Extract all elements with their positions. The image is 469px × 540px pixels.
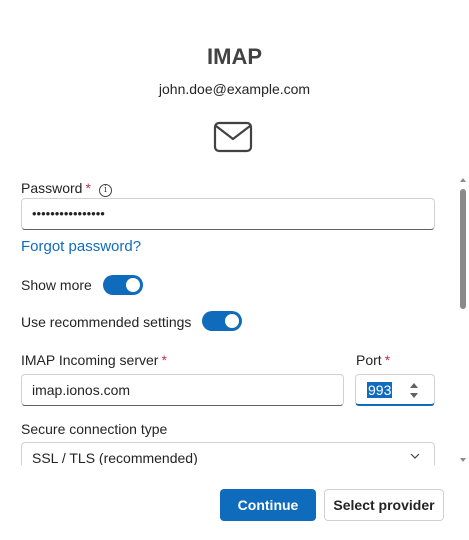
port-value: 993	[367, 382, 393, 398]
secure-connection-value: SSL / TLS (recommended)	[32, 450, 198, 465]
password-label: Password * i	[21, 180, 112, 197]
toggle-knob	[126, 278, 140, 292]
scroll-down-icon[interactable]	[460, 458, 466, 462]
form-scrollbar[interactable]	[459, 178, 468, 462]
toggle-knob	[225, 314, 239, 328]
show-more-label: Show more	[21, 277, 92, 293]
info-icon[interactable]: i	[98, 184, 112, 197]
select-provider-button[interactable]: Select provider	[324, 489, 444, 521]
scroll-thumb[interactable]	[460, 189, 466, 309]
forgot-password-link[interactable]: Forgot password?	[21, 238, 141, 255]
incoming-server-label: IMAP Incoming server *	[21, 352, 167, 368]
spin-down-icon[interactable]	[410, 393, 418, 398]
use-recommended-label: Use recommended settings	[21, 314, 192, 330]
settings-form: Password * i •••••••••••••••• Forgot passw…	[0, 170, 463, 465]
page-title: IMAP	[207, 44, 262, 69]
port-label: Port *	[356, 352, 391, 368]
show-more-toggle[interactable]	[103, 275, 143, 295]
required-mark: *	[384, 352, 391, 368]
account-email: john.doe@example.com	[158, 81, 311, 97]
scroll-up-icon[interactable]	[460, 178, 466, 182]
password-field[interactable]: ••••••••••••••••	[21, 198, 435, 230]
mail-envelope-icon	[213, 121, 253, 153]
chevron-down-icon	[410, 453, 420, 459]
continue-button[interactable]: Continue	[220, 489, 316, 521]
incoming-server-field[interactable]: imap.ionos.com	[21, 374, 344, 406]
secure-connection-label: Secure connection type	[21, 421, 168, 437]
required-mark: *	[85, 180, 91, 196]
required-mark: *	[161, 352, 167, 368]
use-recommended-toggle[interactable]	[202, 311, 242, 331]
secure-connection-select[interactable]: SSL / TLS (recommended)	[21, 442, 435, 465]
spin-up-icon[interactable]	[410, 383, 418, 388]
port-field[interactable]: 993	[355, 374, 435, 406]
